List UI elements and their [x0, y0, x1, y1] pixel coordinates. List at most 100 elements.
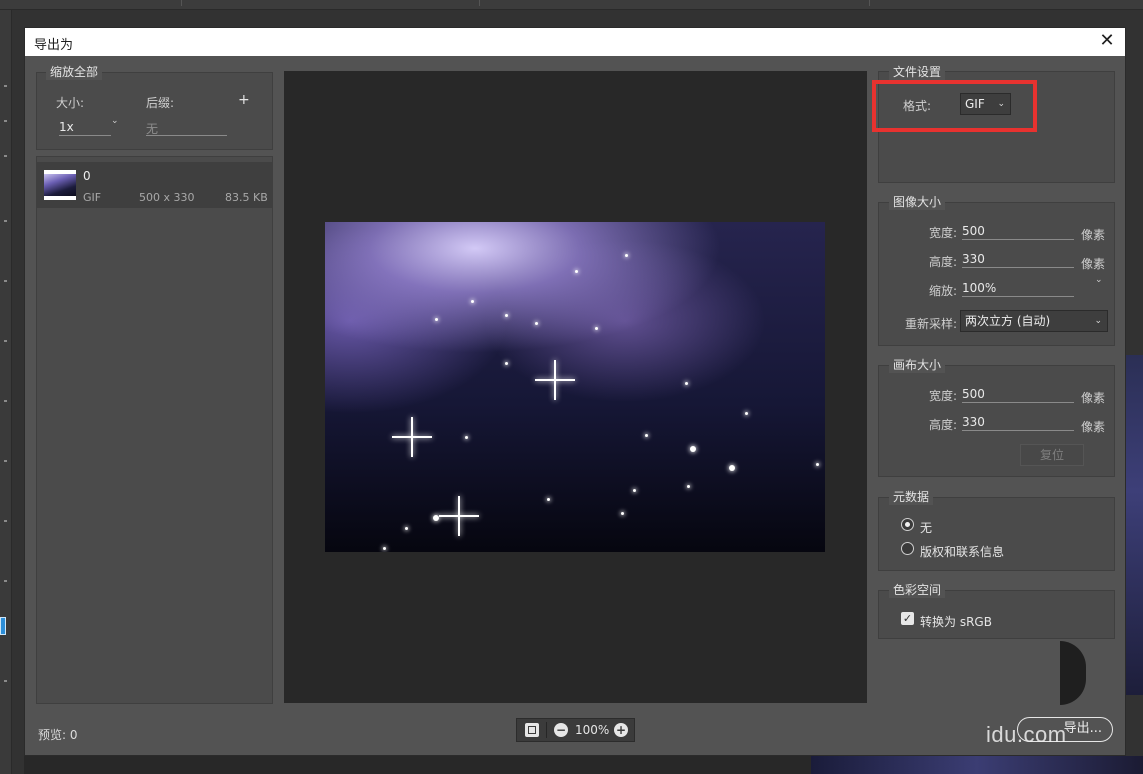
resample-value: 两次立方 (自动) — [965, 314, 1051, 328]
canvas-height-input[interactable]: 330 — [962, 415, 1074, 431]
star — [535, 322, 538, 325]
file-settings-title: 文件设置 — [889, 63, 946, 80]
resample-label: 重新采样: — [905, 317, 958, 331]
metadata-copyright-label[interactable]: 版权和联系信息 — [920, 543, 1004, 560]
convert-srgb-checkbox[interactable]: ✓ — [901, 612, 914, 625]
tool-tick — [4, 580, 7, 582]
dialog-titlebar: 导出为 ✕ — [25, 28, 1125, 56]
app-bottom-strip — [24, 756, 1143, 774]
preview-area[interactable] — [284, 71, 867, 703]
star-sparkle — [535, 360, 583, 400]
dialog-title: 导出为 — [34, 38, 74, 53]
preview-image — [325, 222, 825, 552]
star — [383, 547, 386, 550]
tool-tick — [4, 520, 7, 522]
canvas-width-label: 宽度: — [929, 389, 958, 403]
resample-select[interactable]: 两次立方 (自动) ⌄ — [960, 310, 1108, 332]
fit-to-screen-icon[interactable] — [525, 723, 539, 737]
tool-tick — [4, 680, 7, 682]
watermark-text: idu.com — [986, 722, 1067, 747]
metadata-none-label[interactable]: 无 — [920, 519, 932, 536]
size-label: 大小: — [56, 96, 85, 110]
scale-value: 100% — [962, 281, 997, 295]
suffix-label: 后缀: — [146, 96, 175, 110]
metadata-none-radio[interactable] — [901, 518, 914, 531]
width-input[interactable]: 500 — [962, 224, 1074, 240]
close-icon[interactable]: ✕ — [1097, 31, 1117, 51]
canvas-height-value: 330 — [962, 415, 985, 429]
star — [435, 318, 438, 321]
height-input[interactable]: 330 — [962, 252, 1074, 268]
width-unit: 像素 — [1081, 228, 1106, 242]
topbar-segment — [640, 0, 870, 6]
export-as-dialog: 导出为 ✕ 缩放全部 大小: 后缀: + 1x ⌄ 无 0 GIF 500 x … — [24, 27, 1126, 756]
topbar-segment — [120, 0, 182, 6]
star — [505, 314, 508, 317]
canvas-size-title: 画布大小 — [889, 356, 946, 373]
app-topbar — [0, 0, 1143, 10]
height-label: 高度: — [929, 255, 958, 269]
star — [745, 412, 748, 415]
canvas-width-unit: 像素 — [1081, 391, 1106, 405]
zoom-controls: − 100% + — [516, 718, 635, 742]
tool-tick — [4, 120, 7, 122]
star — [465, 436, 468, 439]
chevron-down-icon: ⌄ — [1094, 316, 1102, 326]
scale-label: 缩放: — [929, 284, 958, 298]
star — [645, 434, 648, 437]
canvas-height-label: 高度: — [929, 418, 958, 432]
star-sparkle — [439, 496, 479, 536]
height-unit: 像素 — [1081, 257, 1106, 271]
metadata-title: 元数据 — [889, 488, 934, 505]
chevron-down-icon[interactable]: ⌄ — [1095, 275, 1103, 285]
add-scale-icon[interactable]: + — [238, 92, 250, 108]
metadata-copyright-radio[interactable] — [901, 542, 914, 555]
reset-button[interactable]: 复位 — [1020, 444, 1084, 466]
asset-filesize: 83.5 KB — [225, 191, 268, 204]
convert-srgb-label[interactable]: 转换为 sRGB — [920, 613, 992, 630]
star — [690, 446, 696, 452]
width-value: 500 — [962, 224, 985, 238]
tool-tick — [4, 220, 7, 222]
star — [633, 489, 636, 492]
canvas-height-unit: 像素 — [1081, 420, 1106, 434]
star — [471, 300, 474, 303]
topbar-segment — [300, 0, 480, 6]
zoom-in-icon[interactable]: + — [614, 723, 628, 737]
asset-list — [36, 156, 273, 704]
asset-thumbnail — [44, 170, 76, 200]
scale-all-title: 缩放全部 — [46, 63, 103, 80]
scale-select[interactable]: 100% — [962, 281, 1074, 297]
asset-format: GIF — [83, 191, 102, 204]
foreground-color-swatch[interactable] — [0, 617, 6, 635]
tool-tick — [4, 280, 7, 282]
canvas-width-input[interactable]: 500 — [962, 387, 1074, 403]
star — [625, 254, 628, 257]
star — [687, 485, 690, 488]
star-sparkle — [392, 417, 432, 457]
star — [595, 327, 598, 330]
suffix-placeholder: 无 — [146, 122, 159, 136]
preview-label: 预览: 0 — [38, 728, 78, 742]
width-label: 宽度: — [929, 226, 958, 240]
suffix-input[interactable]: 无 — [146, 120, 227, 136]
document-canvas-strip — [811, 756, 1143, 774]
canvas-width-value: 500 — [962, 387, 985, 401]
document-canvas-edge — [1125, 355, 1143, 695]
size-select[interactable]: 1x — [59, 120, 111, 136]
zoom-out-icon[interactable]: − — [554, 723, 568, 737]
tool-tick — [4, 340, 7, 342]
zoom-divider — [546, 722, 547, 738]
star — [575, 270, 578, 273]
star — [729, 465, 735, 471]
asset-name: 0 — [83, 169, 91, 183]
tool-tick — [4, 155, 7, 157]
scale-all-group — [36, 72, 273, 150]
format-highlight-box — [872, 80, 1037, 132]
star — [816, 463, 819, 466]
tool-sidebar — [0, 10, 12, 774]
star — [405, 527, 408, 530]
asset-row[interactable]: 0 GIF 500 x 330 83.5 KB — [36, 162, 272, 208]
image-size-title: 图像大小 — [889, 193, 946, 210]
chevron-down-icon[interactable]: ⌄ — [111, 116, 119, 126]
